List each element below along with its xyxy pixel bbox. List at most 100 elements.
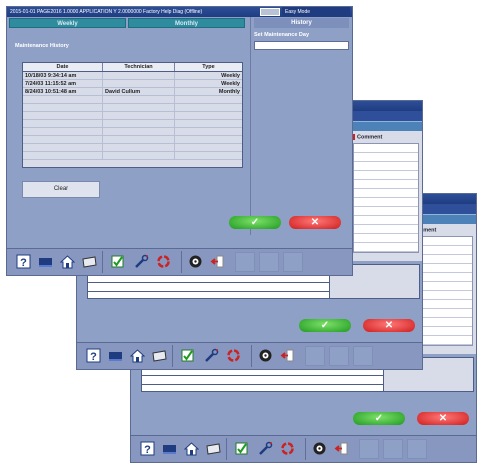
recycle-icon[interactable] [155, 253, 172, 270]
target-icon[interactable] [187, 253, 204, 270]
checklist-icon[interactable] [179, 347, 196, 364]
target-icon[interactable] [311, 440, 328, 457]
window-controls[interactable] [260, 8, 280, 16]
date-cell [23, 152, 103, 159]
table-row[interactable] [23, 104, 242, 112]
recycle-icon[interactable] [279, 440, 296, 457]
recycle-icon[interactable] [225, 347, 242, 364]
title-bar: 2015-01-01 PAGE2016 1.0000 APPLICATION Y… [7, 7, 352, 17]
maintenance-day-field[interactable] [254, 41, 349, 50]
folder-icon[interactable] [151, 347, 168, 364]
toolbar: ? [7, 248, 352, 275]
toolbar: ? [131, 435, 476, 462]
ok-button[interactable]: ✓ [229, 216, 281, 229]
folder-icon[interactable] [81, 253, 98, 270]
help-icon[interactable]: ? [85, 347, 102, 364]
cancel-button[interactable]: ✕ [417, 412, 469, 425]
type-cell [175, 104, 242, 111]
home-icon[interactable] [129, 347, 146, 364]
maintenance-history-window: 2015-01-01 PAGE2016 1.0000 APPLICATION Y… [6, 6, 353, 276]
cancel-button[interactable]: ✕ [289, 216, 341, 229]
table-row[interactable]: 7/24/03 11:15:52 am Weekly [23, 80, 242, 88]
history-side-panel: History Set Maintenance Day [250, 17, 352, 235]
svg-text:?: ? [144, 444, 151, 456]
table-row[interactable]: 8/24/03 10:51:48 am David Cullum Monthly [23, 88, 242, 96]
date-cell: 7/24/03 11:15:52 am [23, 80, 103, 87]
tab-bar: Weekly Monthly [7, 17, 247, 29]
table-row[interactable] [23, 112, 242, 120]
target-icon[interactable] [257, 347, 274, 364]
home-icon[interactable] [183, 440, 200, 457]
technician-cell [103, 128, 175, 135]
type-cell: Weekly [221, 81, 240, 87]
maintenance-history-table: Date Technician Type 10/18/03 9:34:14 am… [22, 62, 243, 168]
cancel-button[interactable]: ✕ [363, 319, 415, 332]
date-cell [23, 120, 103, 127]
home-icon[interactable] [59, 253, 76, 270]
column-header-date[interactable]: Date [23, 63, 103, 71]
keyboard-icon[interactable] [161, 440, 178, 457]
type-cell [175, 112, 242, 119]
date-cell: 8/24/03 10:51:48 am [23, 88, 103, 95]
technician-cell [103, 136, 175, 143]
date-cell [23, 96, 103, 103]
app-mode-label: Easy Mode [282, 7, 350, 17]
section-title: Maintenance History [15, 43, 69, 49]
svg-text:?: ? [20, 257, 27, 269]
wrench-icon[interactable] [133, 253, 150, 270]
column-header-type[interactable]: Type [175, 63, 242, 71]
technician-cell [103, 80, 175, 87]
technician-cell [103, 112, 175, 119]
table-row[interactable] [23, 136, 242, 144]
technician-cell: David Cullum [103, 88, 175, 95]
tab-monthly[interactable]: Monthly [128, 18, 245, 28]
ok-button[interactable]: ✓ [299, 319, 351, 332]
exit-icon[interactable] [333, 440, 350, 457]
technician-cell [103, 152, 175, 159]
maintenance-day-label: Set Maintenance Day [254, 32, 310, 38]
type-cell [175, 152, 242, 159]
type-cell [175, 144, 242, 151]
technician-cell [103, 72, 175, 79]
table-row[interactable] [23, 144, 242, 152]
technician-cell [103, 96, 175, 103]
tab-weekly[interactable]: Weekly [9, 18, 126, 28]
column-header-technician[interactable]: Technician [103, 63, 175, 71]
help-icon[interactable]: ? [15, 253, 32, 270]
type-cell [175, 128, 242, 135]
keyboard-icon[interactable] [107, 347, 124, 364]
type-cell: Weekly [221, 73, 240, 79]
checklist-icon[interactable] [109, 253, 126, 270]
svg-text:?: ? [90, 351, 97, 363]
date-cell [23, 144, 103, 151]
type-cell: Monthly [218, 89, 240, 95]
panel-title: History [254, 18, 349, 28]
date-cell [23, 128, 103, 135]
technician-cell [103, 144, 175, 151]
help-icon[interactable]: ? [139, 440, 156, 457]
clear-button[interactable]: Clear [22, 181, 100, 198]
type-cell [175, 120, 242, 127]
type-cell [175, 96, 242, 103]
date-cell: 10/18/03 9:34:14 am [23, 72, 103, 79]
table-header: Date Technician Type [23, 63, 242, 72]
table-row[interactable] [23, 96, 242, 104]
ok-button[interactable]: ✓ [353, 412, 405, 425]
wrench-icon[interactable] [203, 347, 220, 364]
date-cell [23, 104, 103, 111]
checklist-icon[interactable] [233, 440, 250, 457]
toolbar: ? [77, 342, 422, 369]
table-row[interactable] [23, 128, 242, 136]
window-title: 2015-01-01 PAGE2016 1.0000 APPLICATION Y… [10, 9, 203, 15]
exit-icon[interactable] [209, 253, 226, 270]
date-cell [23, 136, 103, 143]
type-cell [175, 136, 242, 143]
exit-icon[interactable] [279, 347, 296, 364]
wrench-icon[interactable] [257, 440, 274, 457]
table-row[interactable] [23, 120, 242, 128]
table-row[interactable]: 10/18/03 9:34:14 am Weekly [23, 72, 242, 80]
keyboard-icon[interactable] [37, 253, 54, 270]
table-row[interactable] [23, 152, 242, 160]
folder-icon[interactable] [205, 440, 222, 457]
comment-grid [353, 143, 419, 254]
